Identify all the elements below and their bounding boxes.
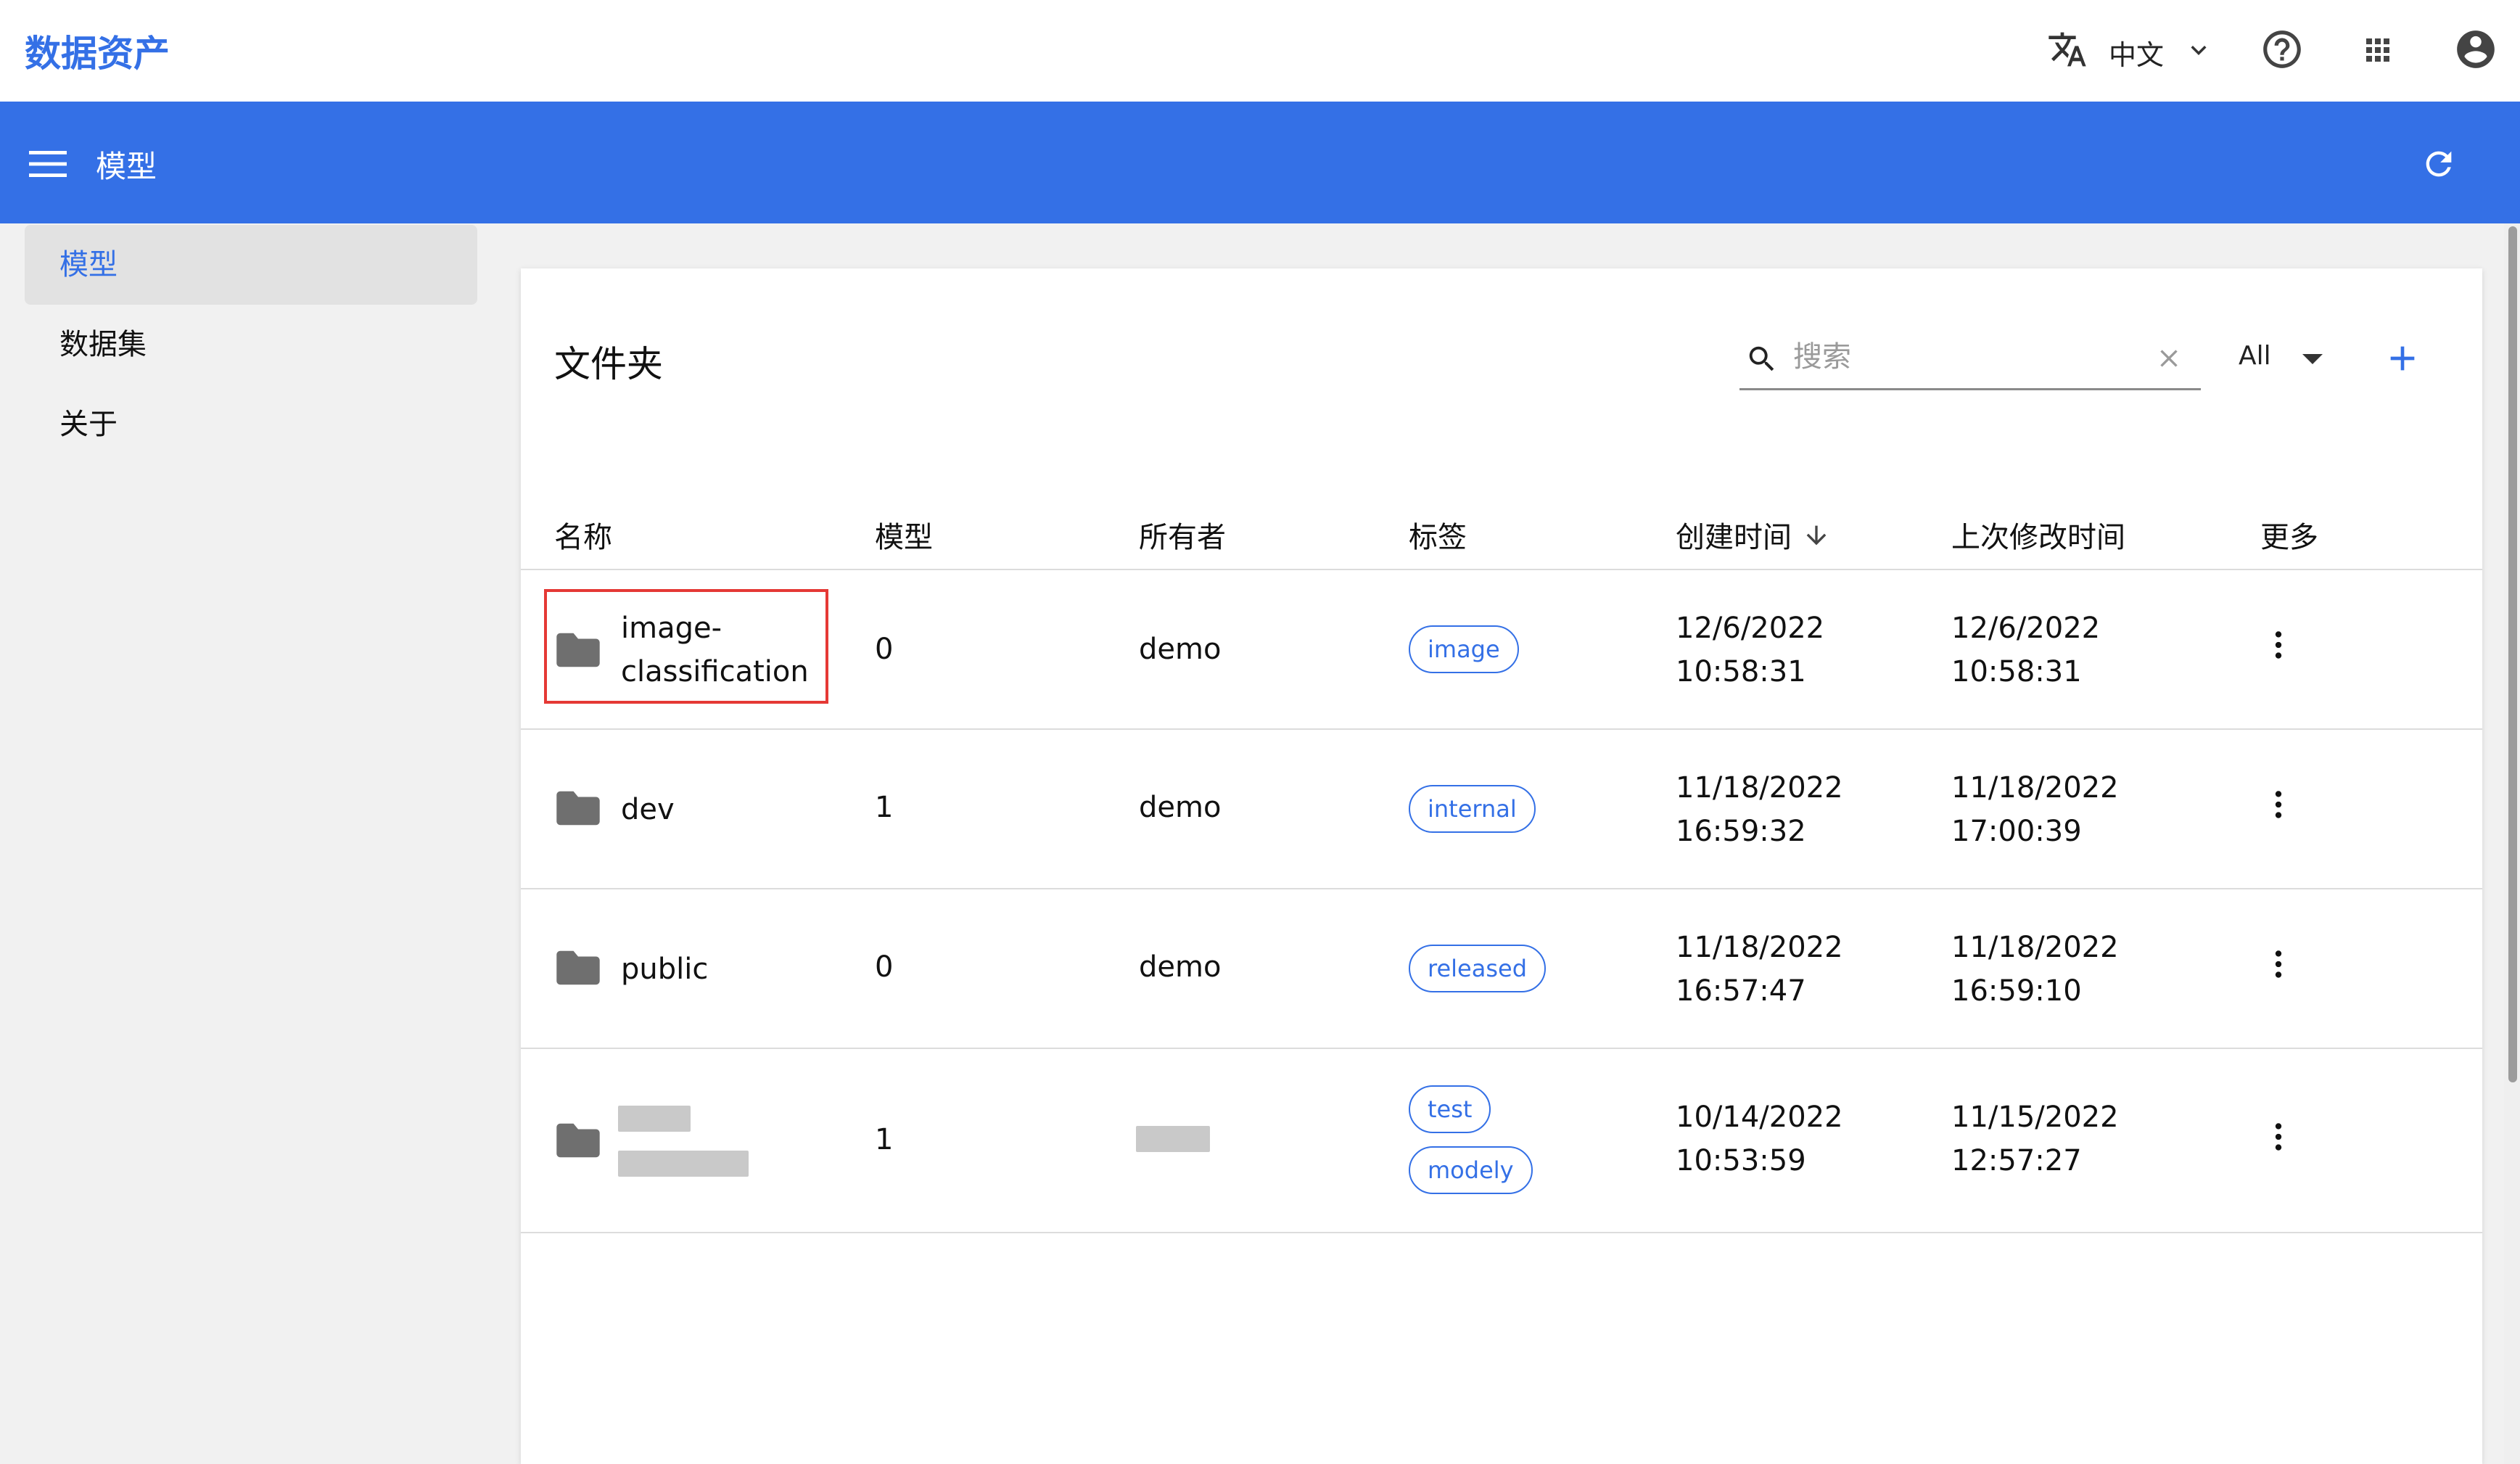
table-row[interactable]: 1 test modely 10/14/2022 10:53:59 11/15/… [521,1049,2482,1233]
modified-date: 11/15/2022 [1951,1101,2119,1134]
more-vert-icon[interactable] [2260,1119,2297,1158]
top-app-bar: 数据资产 中文 [0,0,2520,102]
column-header-created-label: 创建时间 [1676,521,1792,554]
model-count: 1 [875,791,894,824]
created-time: 11/18/2022 16:57:47 [1676,926,1843,1013]
folders-table: 名称 模型 所有者 标签 创建时间 上次修改时间 更多 image- class… [521,486,2482,1233]
more-vert-icon[interactable] [2260,946,2297,985]
created-clock: 10:53:59 [1676,1144,1806,1177]
owner: demo [1139,950,1222,984]
apps-grid-icon[interactable] [2360,33,2395,70]
modified-clock: 16:59:10 [1951,974,2082,1008]
translate-icon[interactable] [2046,29,2089,73]
model-count: 1 [875,1123,894,1156]
table-header: 名称 模型 所有者 标签 创建时间 上次修改时间 更多 [521,486,2482,570]
owner: demo [1139,633,1222,666]
redacted-block [618,1151,749,1177]
sidebar-item-about[interactable]: 关于 [25,384,477,464]
created-date: 11/18/2022 [1676,771,1843,805]
modified-time: 11/18/2022 16:59:10 [1951,926,2119,1013]
created-time: 11/18/2022 16:59:32 [1676,766,1843,853]
owner-redacted [1136,1126,1210,1152]
column-header-models[interactable]: 模型 [875,514,933,556]
filter-select[interactable]: All [2239,341,2271,371]
created-clock: 16:59:32 [1676,815,1806,848]
modified-clock: 12:57:27 [1951,1144,2082,1177]
search-input[interactable] [1793,335,2127,379]
highlight-box [544,589,828,704]
table-row[interactable]: image- classification 0 demo image 12/6/… [521,570,2482,730]
folder-icon [556,949,601,990]
table-row[interactable]: dev 1 demo internal 11/18/2022 16:59:32 … [521,730,2482,889]
sidebar-item-datasets[interactable]: 数据集 [25,305,477,384]
page-title: 模型 [96,149,157,184]
table-row[interactable]: public 0 demo released 11/18/2022 16:57:… [521,889,2482,1049]
created-time: 10/14/2022 10:53:59 [1676,1095,1843,1183]
more-vert-icon[interactable] [2260,627,2297,666]
more-vert-icon[interactable] [2260,786,2297,826]
card-title: 文件夹 [554,343,663,385]
column-header-created[interactable]: 创建时间 [1676,514,1831,557]
redacted-block [618,1106,691,1132]
created-clock: 10:58:31 [1676,655,1806,688]
modified-clock: 10:58:31 [1951,655,2082,688]
tag-chip[interactable]: image [1409,625,1519,673]
search-icon [1745,342,1779,379]
column-header-more: 更多 [2260,521,2318,554]
tag-chip[interactable]: released [1409,945,1546,992]
scrollbar-thumb[interactable] [2508,226,2517,1082]
created-date: 10/14/2022 [1676,1101,1843,1134]
created-clock: 16:57:47 [1676,974,1806,1008]
help-circle-icon[interactable] [2260,27,2305,75]
sidebar-item-models[interactable]: 模型 [25,225,477,305]
page-toolbar: 模型 [0,102,2520,223]
arrow-down-icon[interactable] [1802,521,1831,557]
owner: demo [1139,791,1222,824]
app-brand[interactable]: 数据资产 [25,25,170,77]
menu-icon[interactable] [29,149,67,181]
folders-card: 文件夹 All 名称 模型 所有者 标签 创建时间 上次修改时间 更多 [521,268,2482,1464]
folder-icon [556,789,601,830]
created-date: 11/18/2022 [1676,931,1843,964]
account-circle-icon[interactable] [2453,27,2498,75]
refresh-icon[interactable] [2420,145,2458,186]
modified-date: 12/6/2022 [1951,612,2101,645]
modified-date: 11/18/2022 [1951,931,2119,964]
created-time: 12/6/2022 10:58:31 [1676,606,1824,694]
caret-down-icon[interactable] [2299,353,2326,370]
tag-chip[interactable]: modely [1409,1146,1533,1194]
folder-icon [556,1122,601,1162]
modified-time: 11/15/2022 12:57:27 [1951,1095,2119,1183]
chevron-down-icon[interactable] [2183,35,2214,68]
model-count: 0 [875,950,894,984]
close-icon[interactable] [2154,344,2183,376]
model-count: 0 [875,633,894,666]
add-icon[interactable] [2382,338,2423,382]
folder-name[interactable]: public [621,947,708,991]
search-field[interactable] [1739,328,2201,390]
modified-date: 11/18/2022 [1951,771,2119,805]
modified-time: 12/6/2022 10:58:31 [1951,606,2100,694]
tag-chip[interactable]: internal [1409,785,1536,833]
column-header-owner[interactable]: 所有者 [1139,514,1226,556]
column-header-name[interactable]: 名称 [554,514,612,556]
language-selector-label[interactable]: 中文 [2109,33,2164,73]
modified-clock: 17:00:39 [1951,815,2082,848]
column-header-modified[interactable]: 上次修改时间 [1951,514,2125,556]
folder-name[interactable]: dev [621,788,675,831]
created-date: 12/6/2022 [1676,612,1825,645]
modified-time: 11/18/2022 17:00:39 [1951,766,2119,853]
tag-chip[interactable]: test [1409,1085,1491,1133]
sidebar: 模型 数据集 关于 [0,223,486,1464]
column-header-tags[interactable]: 标签 [1409,514,1467,556]
